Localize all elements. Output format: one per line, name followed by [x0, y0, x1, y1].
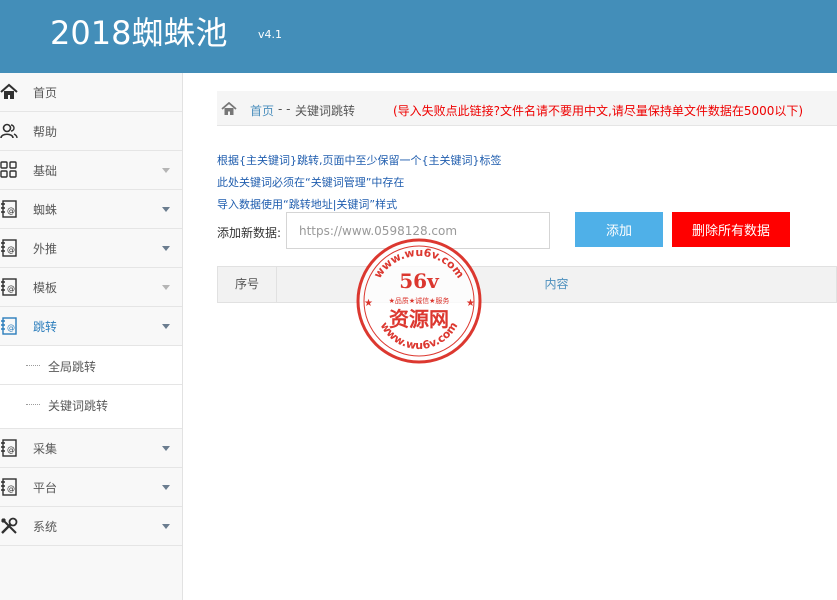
svg-text:@: @: [7, 284, 15, 293]
add-button[interactable]: 添加: [575, 212, 663, 247]
contact-book-icon: @: [0, 200, 18, 218]
sidebar-item-help[interactable]: 帮助: [0, 112, 182, 151]
sidebar-item-redirect[interactable]: @ 跳转: [0, 307, 182, 346]
chevron-down-icon: [162, 207, 170, 212]
sidebar-item-platform[interactable]: @ 平台: [0, 468, 182, 507]
sidebar-item-home[interactable]: 首页: [0, 73, 182, 112]
chevron-down-icon: [162, 324, 170, 329]
svg-text:@: @: [7, 484, 15, 493]
import-help-link[interactable]: (导入失败点此链接?文件名请不要用中文,请尽量保持单文件数据在5000以下): [393, 102, 803, 119]
home-icon[interactable]: [221, 101, 237, 116]
sidebar-item-spider[interactable]: @ 蜘蛛: [0, 190, 182, 229]
svg-text:@: @: [7, 323, 15, 332]
sidebar-item-label: 模板: [33, 281, 58, 295]
sidebar-item-label: 基础: [33, 164, 58, 178]
watermark-slogan: ★品质★诚信★服务: [389, 296, 450, 305]
submenu-item-global-redirect[interactable]: 全局跳转: [0, 346, 182, 385]
submenu-redirect: 全局跳转 关键词跳转: [0, 346, 182, 429]
sidebar-item-collect[interactable]: @ 采集: [0, 429, 182, 468]
sidebar: 首页 帮助 基础 @ 蜘蛛 @ 外推 @ 模板 @ 跳转 全局跳转 关键词跳转 …: [0, 73, 183, 600]
users-icon: [0, 122, 18, 140]
chevron-down-icon: [162, 246, 170, 251]
contact-book-icon: @: [0, 317, 18, 335]
tools-icon: [0, 517, 18, 535]
contact-book-icon: @: [0, 439, 18, 457]
main-content: 首页 - - 关键词跳转 (导入失败点此链接?文件名请不要用中文,请尽量保持单文…: [184, 73, 837, 600]
breadcrumb: 首页 - - 关键词跳转 (导入失败点此链接?文件名请不要用中文,请尽量保持单文…: [217, 91, 837, 126]
data-table-header: 序号 内容: [217, 266, 837, 303]
sidebar-item-template[interactable]: @ 模板: [0, 268, 182, 307]
chevron-down-icon: [162, 446, 170, 451]
sidebar-item-label: 蜘蛛: [33, 203, 58, 217]
tree-branch-line: [26, 404, 40, 405]
info-line-1: 根据{主关键词}跳转,页面中至少保留一个{主关键词}标签: [217, 154, 502, 167]
chevron-down-icon: [162, 485, 170, 490]
contact-book-icon: @: [0, 278, 18, 296]
column-header-index[interactable]: 序号: [218, 267, 277, 302]
watermark-stamp: www.wu6v.com www.wu6v.com 56v ★品质★诚信★服务 …: [354, 236, 484, 366]
svg-text:@: @: [7, 445, 15, 454]
star-icon: ★: [466, 298, 475, 309]
info-line-2: 此处关键词必须在“关键词管理”中存在: [217, 176, 405, 189]
svg-text:@: @: [7, 245, 15, 254]
info-line-3: 导入数据使用“跳转地址|关键词”样式: [217, 198, 398, 211]
sidebar-item-promotion[interactable]: @ 外推: [0, 229, 182, 268]
sidebar-item-label: 采集: [33, 442, 58, 456]
submenu-item-label: 全局跳转: [48, 360, 97, 374]
app-title: 2018蜘蛛池: [50, 14, 228, 52]
chevron-down-icon: [162, 285, 170, 290]
delete-all-button[interactable]: 删除所有数据: [672, 212, 790, 247]
sidebar-item-label: 帮助: [33, 125, 58, 139]
contact-book-icon: @: [0, 239, 18, 257]
grid-icon: [0, 161, 18, 179]
contact-book-icon: @: [0, 478, 18, 496]
sidebar-item-label: 系统: [33, 520, 58, 534]
sidebar-item-label: 跳转: [33, 320, 58, 334]
breadcrumb-current: 关键词跳转: [295, 104, 356, 118]
watermark-brand: 56v: [399, 269, 440, 293]
submenu-item-keyword-redirect[interactable]: 关键词跳转: [0, 385, 182, 429]
sidebar-item-system[interactable]: 系统: [0, 507, 182, 546]
chevron-down-icon: [162, 168, 170, 173]
chevron-down-icon: [162, 524, 170, 529]
app-version: v4.1: [258, 28, 283, 41]
top-header: 2018蜘蛛池 v4.1: [0, 0, 837, 73]
sidebar-item-basic[interactable]: 基础: [0, 151, 182, 190]
star-icon: ★: [364, 298, 373, 309]
sidebar-item-label: 平台: [33, 481, 58, 495]
tree-branch-line: [26, 365, 40, 366]
svg-text:@: @: [7, 206, 15, 215]
sidebar-item-label: 外推: [33, 242, 58, 256]
breadcrumb-separator: - -: [278, 102, 291, 116]
sidebar-item-label: 首页: [33, 86, 58, 100]
home-icon: [0, 83, 18, 101]
add-data-label: 添加新数据:: [217, 226, 282, 240]
watermark-title: 资源网: [389, 307, 449, 331]
submenu-item-label: 关键词跳转: [48, 399, 109, 413]
breadcrumb-home-link[interactable]: 首页: [250, 102, 274, 119]
